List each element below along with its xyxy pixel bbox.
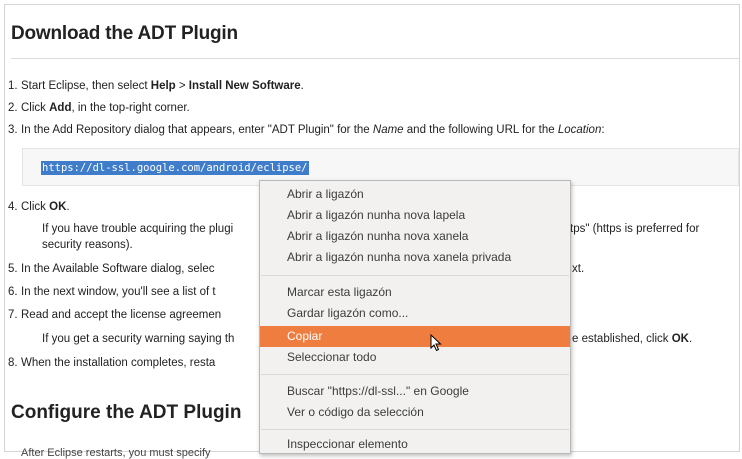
- step-4-text: Click OK.: [21, 200, 70, 214]
- step-4-note-right: tps" (https is preferred for: [570, 223, 700, 235]
- step-3-text: In the Add Repository dialog that appear…: [21, 123, 605, 137]
- step-7-note-right: e established, click OK.: [572, 332, 692, 346]
- step-3-post: :: [601, 124, 605, 136]
- menu-item-open-link[interactable]: Abrir a ligazón: [260, 184, 570, 205]
- step-number: 4.: [8, 201, 18, 213]
- step-8-text: When the installation completes, resta: [21, 357, 216, 369]
- step-number: 7.: [8, 309, 18, 321]
- menu-item-inspect-element[interactable]: Inspeccionar elemento: [260, 434, 570, 455]
- step-number: 3.: [8, 124, 18, 136]
- step-7-note: If you get a security warning saying th: [42, 333, 235, 345]
- step-number: 5.: [8, 263, 18, 275]
- step-4-pre: Click: [21, 201, 50, 213]
- step-5-text: In the Available Software dialog, selec: [21, 263, 215, 275]
- step-4-note: If you have trouble acquiring the plugi: [42, 223, 234, 235]
- step-1-pre: Start Eclipse, then select: [21, 80, 151, 92]
- menu-separator: [261, 429, 569, 430]
- step-5-text-right: xt.: [572, 263, 585, 275]
- name-label: Name: [372, 124, 404, 136]
- mouse-pointer-icon: [430, 334, 442, 352]
- step-number: 6.: [8, 286, 18, 298]
- menu-item-open-link-private-window[interactable]: Abrir a ligazón nunha nova xanela privad…: [260, 247, 570, 268]
- context-menu: Abrir a ligazón Abrir a ligazón nunha no…: [259, 180, 571, 454]
- menu-item-open-link-new-window[interactable]: Abrir a ligazón nunha nova xanela: [260, 226, 570, 247]
- menu-item-copy[interactable]: Copiar: [260, 326, 570, 347]
- step-7-note-right-pre: e established, click: [572, 333, 672, 345]
- menu-item-search-google[interactable]: Buscar "https://dl-ssl..." en Google: [260, 381, 570, 402]
- section-heading: Configure the ADT Plugin: [11, 402, 242, 423]
- help-menu-label: Help: [150, 80, 176, 92]
- step-4-post: .: [66, 201, 70, 213]
- step-2-pre: Click: [21, 102, 50, 114]
- ok-label: OK: [671, 333, 689, 345]
- step-number: 1.: [8, 80, 18, 92]
- step-7-text: Read and accept the license agreemen: [21, 309, 222, 321]
- menu-item-select-all[interactable]: Seleccionar todo: [260, 347, 570, 368]
- page-heading: Download the ADT Plugin: [11, 23, 238, 44]
- install-new-software-label: Install New Software: [188, 80, 301, 92]
- location-label: Location: [557, 124, 602, 136]
- step-2-text: Click Add, in the top-right corner.: [21, 101, 190, 115]
- step-number: 2.: [8, 102, 18, 114]
- step-7-note-right-post: .: [688, 333, 693, 345]
- step-3-pre: In the Add Repository dialog that appear…: [21, 124, 373, 136]
- menu-item-open-link-new-tab[interactable]: Abrir a ligazón nunha nova lapela: [260, 205, 570, 226]
- ok-label: OK: [49, 201, 67, 213]
- add-label: Add: [49, 102, 72, 114]
- menu-separator: [261, 374, 569, 375]
- step-3-mid: and the following URL for the: [403, 124, 558, 136]
- step-6-text: In the next window, you'll see a list of…: [21, 286, 216, 298]
- menu-separator: [261, 275, 569, 276]
- paragraph-text: After Eclipse restarts, you must specify: [21, 447, 211, 459]
- step-number: 8.: [8, 357, 18, 369]
- step-1-text: Start Eclipse, then select Help > Instal…: [21, 79, 304, 93]
- step-4-note-cont: security reasons).: [42, 239, 133, 251]
- menu-item-save-link-as[interactable]: Gardar ligazón como...: [260, 303, 570, 324]
- heading-divider: [11, 58, 739, 59]
- step-2-post: , in the top-right corner.: [71, 102, 190, 114]
- menu-item-bookmark-link[interactable]: Marcar esta ligazón: [260, 282, 570, 303]
- eclipse-url-link[interactable]: https://dl-ssl.google.com/android/eclips…: [41, 161, 309, 175]
- menu-item-view-selection-source[interactable]: Ver o código da selección: [260, 402, 570, 423]
- step-1-post: .: [300, 80, 304, 92]
- step-1-mid: >: [175, 80, 189, 92]
